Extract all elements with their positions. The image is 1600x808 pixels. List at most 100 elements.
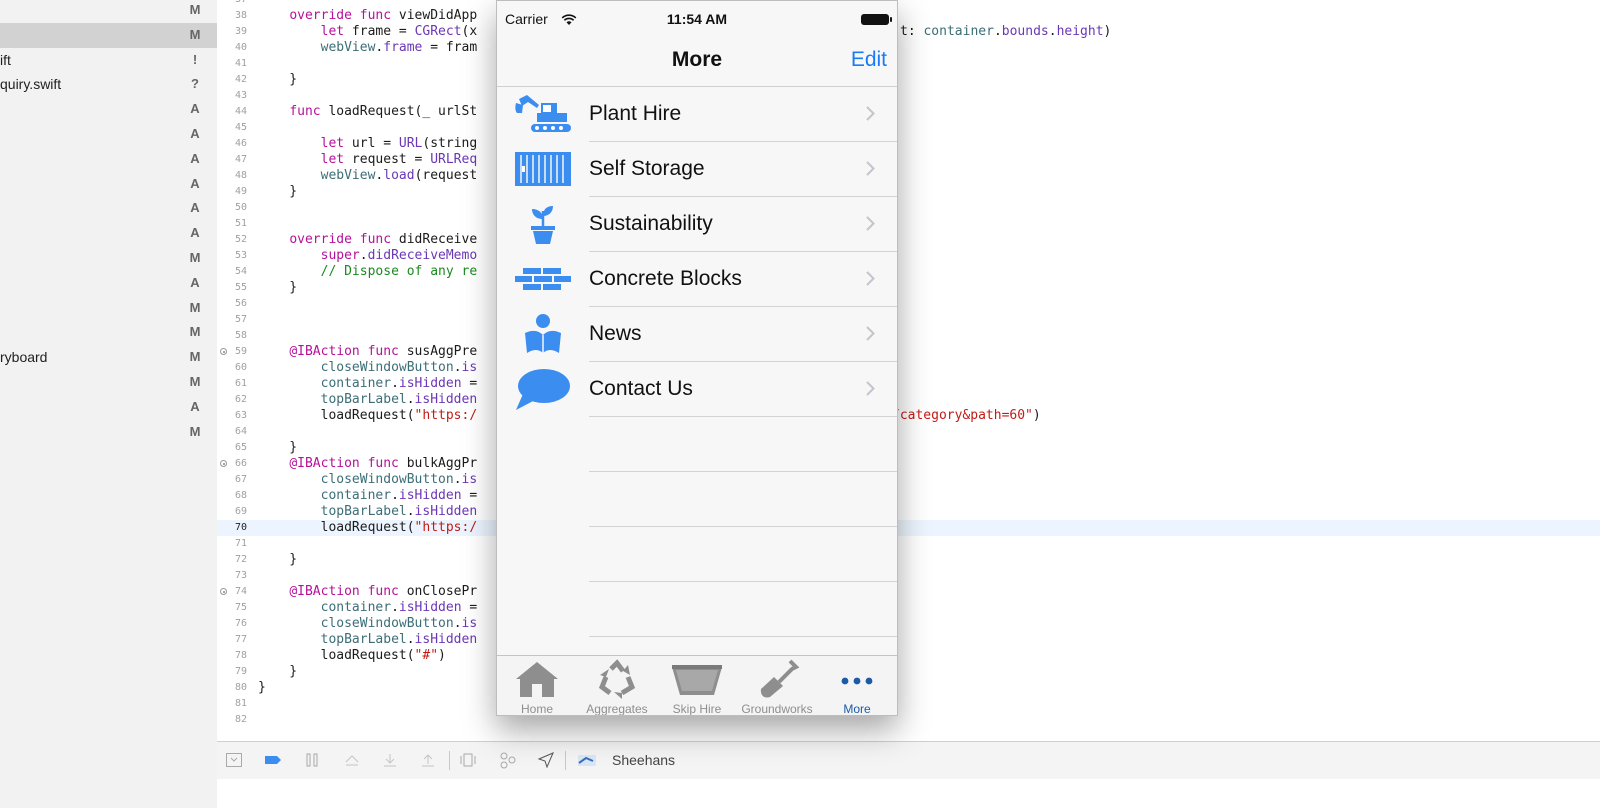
row-separator [589, 416, 897, 417]
code-line[interactable]: 40 webView.frame = fram [217, 40, 1600, 56]
code-line[interactable]: 77 topBarLabel.isHidden [217, 632, 1600, 648]
code-editor[interactable]: 3738 override func viewDidApp39 let fram… [217, 0, 1600, 741]
more-item-self-storage[interactable]: Self Storage [497, 142, 897, 197]
code-line[interactable]: 66 @IBAction func bulkAggPr [217, 456, 1600, 472]
code-line[interactable]: 74 @IBAction func onClosePr [217, 584, 1600, 600]
breakpoints-toggle-icon[interactable] [263, 751, 281, 769]
line-number: 42 [234, 74, 247, 85]
navigator-file-row[interactable]: M [0, 0, 217, 23]
code-line[interactable]: 60 closeWindowButton.is [217, 360, 1600, 376]
view-hierarchy-icon[interactable] [459, 751, 477, 769]
code-line[interactable]: 72 } [217, 552, 1600, 568]
code-line[interactable]: 56 [217, 296, 1600, 312]
code-line[interactable]: 61 container.isHidden = [217, 376, 1600, 392]
code-line[interactable]: 76 closeWindowButton.is [217, 616, 1600, 632]
step-into-icon[interactable] [381, 751, 399, 769]
code-line[interactable]: 80} [217, 680, 1600, 696]
code-line[interactable]: 81 [217, 696, 1600, 712]
navigator-file-row[interactable]: M [0, 320, 217, 345]
code-line[interactable]: 53 super.didReceiveMemo [217, 248, 1600, 264]
step-out-icon[interactable] [419, 751, 437, 769]
code-line[interactable]: 47 let request = URLReq [217, 152, 1600, 168]
simulate-location-icon[interactable] [537, 751, 555, 769]
code-line[interactable]: 68 container.isHidden = [217, 488, 1600, 504]
more-item-contact-us[interactable]: Contact Us [497, 362, 897, 417]
navigator-file-row[interactable]: A [0, 271, 217, 296]
code-line[interactable]: 62 topBarLabel.isHidden [217, 392, 1600, 408]
scheme-name[interactable]: Sheehans [612, 752, 675, 768]
navigator-file-row[interactable]: M [0, 370, 217, 395]
navigator-file-row[interactable]: A [0, 97, 217, 122]
code-line[interactable]: 67 closeWindowButton.is [217, 472, 1600, 488]
navigator-file-row[interactable]: A [0, 196, 217, 221]
code-line[interactable]: 71 [217, 536, 1600, 552]
code-line[interactable]: 58 [217, 328, 1600, 344]
navigator-file-row[interactable]: ryboard M [0, 345, 217, 370]
status-time: 11:54 AM [666, 11, 728, 27]
code-line[interactable]: 48 webView.load(request [217, 168, 1600, 184]
tab-aggregates[interactable]: Aggregates [577, 656, 657, 715]
more-item-news[interactable]: News [497, 307, 897, 362]
code-line[interactable]: 41 [217, 56, 1600, 72]
navigator-file-row[interactable]: M [0, 246, 217, 271]
navigator-file-row[interactable]: A [0, 147, 217, 172]
navigator-file-row[interactable]: A [0, 395, 217, 420]
code-line[interactable]: 44 func loadRequest(_ urlSt [217, 104, 1600, 120]
edit-button[interactable]: Edit [851, 48, 887, 72]
code-line[interactable]: 73 [217, 568, 1600, 584]
code-line[interactable]: 37 [217, 0, 1600, 8]
ibaction-connection-icon[interactable] [220, 348, 227, 355]
code-line[interactable]: 39 let frame = CGRect(x t: container.boun… [217, 24, 1600, 40]
code-line[interactable]: 82 [217, 712, 1600, 728]
code-line[interactable]: 43 [217, 88, 1600, 104]
navigator-file-row[interactable]: M [0, 22, 217, 48]
navigator-file-row[interactable]: quiry.swift? [0, 72, 217, 97]
memory-graph-icon[interactable] [499, 751, 517, 769]
code-line[interactable]: 64 [217, 424, 1600, 440]
more-table: Plant Hire Self Storage Sustainability C… [497, 87, 897, 654]
code-line[interactable]: 49 } [217, 184, 1600, 200]
code-line[interactable]: 38 override func viewDidApp [217, 8, 1600, 24]
code-line[interactable]: 54 // Dispose of any re [217, 264, 1600, 280]
code-line[interactable]: 65 } [217, 440, 1600, 456]
more-item-sustainability[interactable]: Sustainability [497, 197, 897, 252]
code-line[interactable]: 59 @IBAction func susAggPre [217, 344, 1600, 360]
code-line[interactable]: 78 loadRequest("#") [217, 648, 1600, 664]
code-text: } [258, 440, 298, 455]
ibaction-connection-icon[interactable] [220, 588, 227, 595]
line-number: 52 [234, 234, 247, 245]
code-line[interactable]: 63 loadRequest("https:/ p?route=product/… [217, 408, 1600, 424]
code-line[interactable]: 52 override func didReceive [217, 232, 1600, 248]
tab-skip-hire[interactable]: Skip Hire [657, 656, 737, 715]
source-control-status: A [190, 200, 200, 216]
row-separator [589, 471, 897, 472]
navigator-file-row[interactable]: ift! [0, 48, 217, 73]
tab-home[interactable]: Home [497, 656, 577, 715]
code-line[interactable]: 51 [217, 216, 1600, 232]
code-line[interactable]: 50 [217, 200, 1600, 216]
navigator-file-row[interactable]: A [0, 172, 217, 197]
tab-groundworks[interactable]: Groundworks [737, 656, 817, 715]
code-line[interactable]: 79 } [217, 664, 1600, 680]
navigator-file-row[interactable]: M [0, 420, 217, 445]
code-line[interactable]: 75 container.isHidden = [217, 600, 1600, 616]
navigator-file-row[interactable]: M [0, 296, 217, 321]
more-item-plant-hire[interactable]: Plant Hire [497, 87, 897, 142]
pause-icon[interactable] [303, 751, 321, 769]
code-line[interactable]: 46 let url = URL(string [217, 136, 1600, 152]
hide-debug-area-icon[interactable] [225, 751, 243, 769]
code-line[interactable]: 69 topBarLabel.isHidden [217, 504, 1600, 520]
navigator-file-row[interactable]: A [0, 221, 217, 246]
code-line[interactable]: 42 } [217, 72, 1600, 88]
navigator-file-row[interactable]: A [0, 122, 217, 147]
more-item-concrete-blocks[interactable]: Concrete Blocks [497, 252, 897, 307]
code-text: } [258, 184, 298, 199]
step-over-icon[interactable] [343, 751, 361, 769]
code-line[interactable]: 45 [217, 120, 1600, 136]
ibaction-connection-icon[interactable] [220, 460, 227, 467]
code-line[interactable]: 57 [217, 312, 1600, 328]
code-line[interactable]: 55 } [217, 280, 1600, 296]
code-text: func loadRequest(_ urlSt [289, 104, 478, 119]
code-line[interactable]: 70 loadRequest("https:/ aggregates.php") [217, 520, 1600, 536]
tab-more[interactable]: More [817, 656, 897, 715]
